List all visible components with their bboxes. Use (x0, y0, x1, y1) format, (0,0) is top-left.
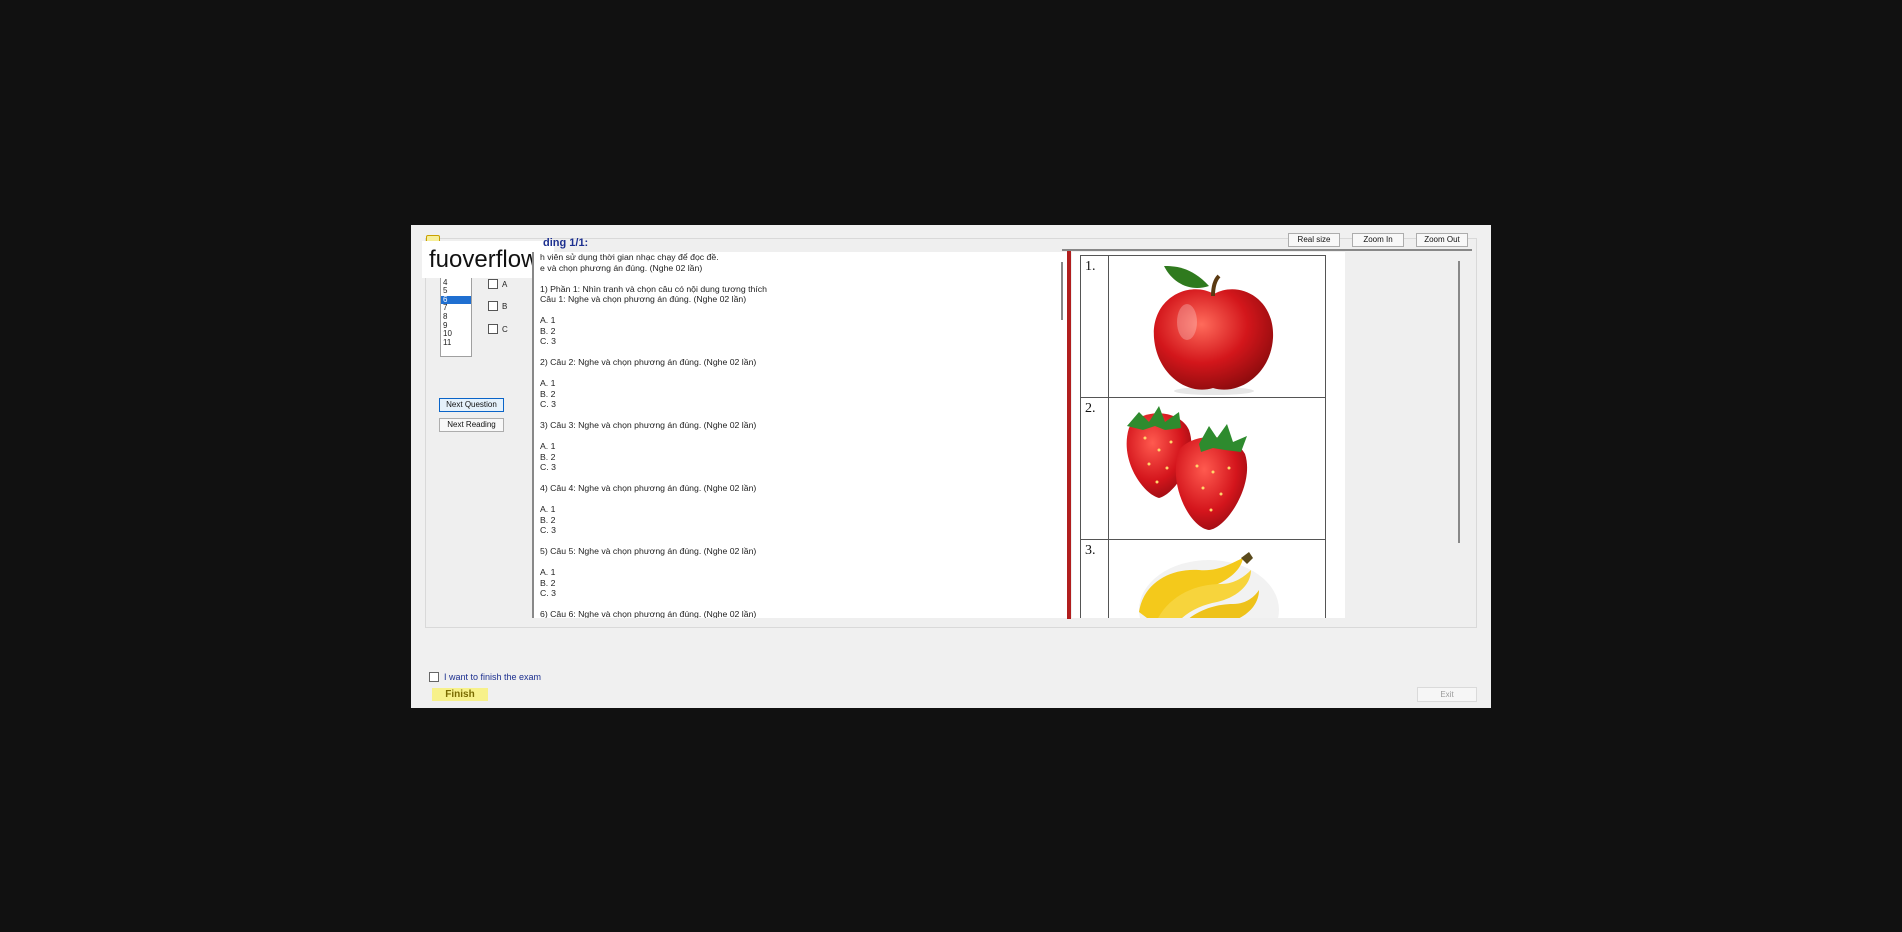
reading-text-line (540, 347, 1040, 358)
reading-text-line: A. 1 (540, 315, 556, 325)
strawberry-image (1109, 398, 1325, 539)
next-reading-button[interactable]: Next Reading (439, 418, 504, 432)
reading-text-line: C. 3 (540, 336, 556, 346)
reading-text-pane[interactable]: h viên sử dụng thời gian nhạc chạy để đọ… (532, 252, 1067, 618)
zoom-in-button[interactable]: Zoom In (1352, 233, 1404, 247)
reading-text-line: C. 3 (540, 588, 556, 598)
reading-text-line: C. 3 (540, 399, 556, 409)
image-row-number: 1. (1081, 256, 1109, 397)
reading-text-line: B. 2 (540, 451, 556, 462)
answer-label: A (502, 279, 508, 289)
finish-exam-checkbox-row[interactable]: I want to finish the exam (429, 672, 541, 682)
question-list-item[interactable]: 11 (441, 338, 471, 348)
reading-text-line: 2) Câu 2: Nghe và chọn phương án đúng. (… (540, 357, 757, 367)
reading-text-line: Câu 1: Nghe và chọn phương án đúng. (Ngh… (540, 294, 747, 304)
reading-text-line (540, 368, 1040, 379)
reading-text-line: 4) Câu 4: Nghe và chọn phương án đúng. (… (540, 483, 757, 493)
image-row-number: 2. (1081, 398, 1109, 539)
image-pane-margin (1345, 252, 1468, 618)
image-table: 1. 2. 3. (1080, 255, 1326, 618)
reading-text-line: A. 1 (540, 567, 556, 577)
reading-title: ding 1/1: (543, 237, 589, 249)
reading-text-line: B. 2 (540, 388, 556, 399)
exit-button[interactable]: Exit (1417, 687, 1477, 702)
reading-text-line (540, 536, 1040, 547)
reading-text-line: 5) Câu 5: Nghe và chọn phương án đúng. (… (540, 546, 757, 556)
image-row: 1. (1081, 256, 1325, 398)
reading-text-line (540, 273, 1040, 284)
reading-text-line: A. 1 (540, 441, 556, 451)
exam-window: 3 4 5 6 7 8 9 10 11 fuoverflow A B C Nex… (411, 225, 1491, 708)
reading-scrollbar[interactable] (1061, 262, 1063, 320)
toolbar-divider (1062, 249, 1472, 251)
apple-image (1109, 256, 1325, 397)
reading-text-line: A. 1 (540, 504, 556, 514)
banana-image (1109, 540, 1325, 618)
reading-text-line: 6) Câu 6: Nghe và chọn phương án đúng. (… (540, 609, 757, 618)
next-question-button[interactable]: Next Question (439, 398, 504, 412)
reading-text-line (540, 431, 1040, 442)
answer-checkbox[interactable] (488, 301, 498, 311)
reading-text-line (540, 494, 1040, 505)
finish-button[interactable]: Finish (432, 688, 488, 701)
reading-text-line: 1) Phần 1: Nhìn tranh và chọn câu có nội… (540, 283, 767, 294)
image-row: 2. (1081, 398, 1325, 540)
answer-checkbox[interactable] (488, 279, 498, 289)
answer-option-b[interactable]: B (488, 301, 507, 311)
reading-text-line (540, 305, 1040, 316)
reading-text-line (540, 473, 1040, 484)
reading-text-line: A. 1 (540, 378, 556, 388)
reading-text-line (540, 557, 1040, 568)
reading-text-line: 3) Câu 3: Nghe và chọn phương án đúng. (… (540, 420, 757, 430)
answer-label: B (502, 301, 508, 311)
reading-text-line (540, 410, 1040, 421)
question-list[interactable]: 3 4 5 6 7 8 9 10 11 (440, 269, 472, 357)
finish-exam-checkbox[interactable] (429, 672, 439, 682)
reading-text-line: h viên sử dụng thời gian nhạc chạy để đọ… (540, 252, 719, 262)
reading-text-line: B. 2 (540, 325, 556, 336)
answer-label: C (502, 324, 508, 334)
image-pane: 1. 2. 3. (1072, 252, 1345, 618)
reading-text-line: B. 2 (540, 514, 556, 525)
zoom-out-button[interactable]: Zoom Out (1416, 233, 1468, 247)
answer-option-a[interactable]: A (488, 279, 507, 289)
answer-option-c[interactable]: C (488, 324, 508, 334)
answer-checkbox[interactable] (488, 324, 498, 334)
reading-text-line: e và chọn phương án đúng. (Nghe 02 lần) (540, 262, 703, 273)
pane-splitter[interactable] (1067, 251, 1071, 619)
reading-text-line: B. 2 (540, 577, 556, 588)
finish-exam-label: I want to finish the exam (444, 672, 542, 682)
reading-text: h viên sử dụng thời gian nhạc chạy để đọ… (540, 252, 1040, 618)
image-row-number: 3. (1081, 540, 1109, 618)
reading-text-line: C. 3 (540, 462, 556, 472)
reading-text-line: C. 3 (540, 525, 556, 535)
reading-text-line (540, 599, 1040, 610)
image-scrollbar[interactable] (1458, 261, 1460, 543)
image-row: 3. (1081, 540, 1325, 618)
real-size-button[interactable]: Real size (1288, 233, 1340, 247)
